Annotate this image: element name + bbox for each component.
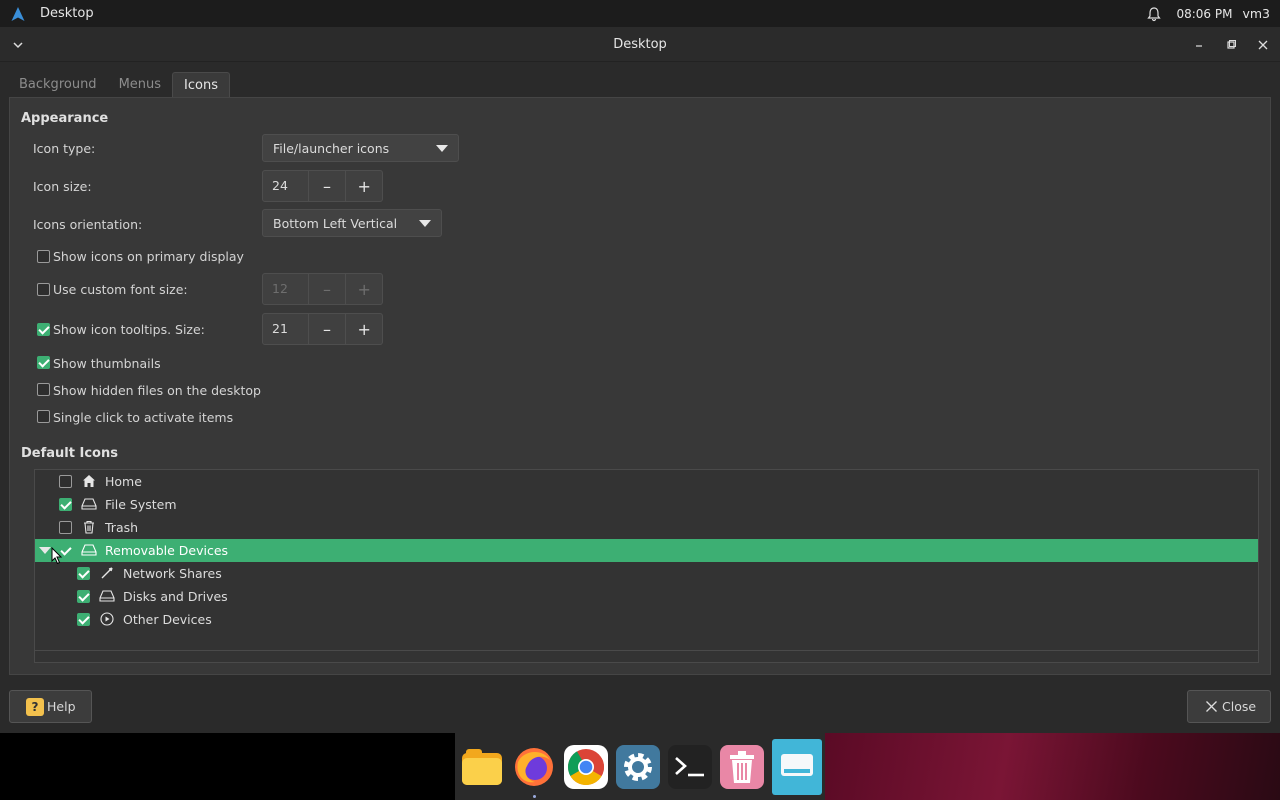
default-icons-heading: Default Icons — [21, 446, 118, 461]
other-devices-checkbox[interactable] — [77, 613, 90, 626]
wallpaper — [822, 733, 1280, 800]
drive-icon — [99, 588, 115, 604]
tooltip-size-decrease-button[interactable]: – — [309, 314, 346, 344]
disks-and-drives-label: Disks and Drives — [123, 589, 228, 604]
help-icon: ? — [26, 697, 44, 716]
media-play-icon — [99, 611, 115, 627]
removable-devices-label: Removable Devices — [105, 543, 229, 558]
orientation-select[interactable]: Bottom Left Vertical — [262, 209, 442, 237]
window-title: Desktop — [613, 36, 667, 52]
network-shares-label: Network Shares — [123, 566, 222, 581]
tree-row-home[interactable]: Home — [35, 470, 1258, 493]
close-button[interactable]: Close — [1187, 690, 1271, 723]
help-button[interactable]: ? Help — [9, 690, 92, 723]
arch-logo-icon[interactable] — [10, 6, 26, 22]
default-icons-tree[interactable]: Home File System Trash Removable Devices — [34, 469, 1259, 663]
expand-chevron-icon[interactable] — [39, 547, 51, 554]
custom-font-label[interactable]: Use custom font size: — [53, 282, 188, 297]
show-primary-label[interactable]: Show icons on primary display — [53, 249, 244, 264]
firefox-icon[interactable] — [512, 745, 556, 798]
orientation-value: Bottom Left Vertical — [273, 215, 398, 231]
close-window-button[interactable] — [1254, 36, 1272, 54]
user-name[interactable]: vm3 — [1242, 6, 1270, 21]
notification-bell-icon[interactable] — [1146, 6, 1162, 22]
settings-gear-icon[interactable] — [616, 744, 660, 789]
trash-label: Trash — [105, 520, 139, 535]
help-button-label: Help — [47, 699, 76, 714]
tree-row-trash[interactable]: Trash — [35, 516, 1258, 539]
custom-font-decrease-button: – — [323, 279, 331, 299]
icon-type-value: File/launcher icons — [273, 140, 390, 156]
trash-app-icon[interactable] — [720, 744, 764, 789]
file-system-label: File System — [105, 497, 177, 512]
network-icon — [99, 565, 115, 581]
active-app-title: Desktop — [40, 6, 94, 21]
tooltip-size-increase-button[interactable]: + — [345, 314, 382, 344]
tooltips-checkbox[interactable] — [37, 323, 50, 336]
files-app-icon[interactable] — [460, 745, 504, 789]
chrome-icon[interactable] — [564, 744, 608, 789]
tree-row-disks-and-drives[interactable]: Disks and Drives — [35, 585, 1258, 608]
tooltips-label[interactable]: Show icon tooltips. Size: — [53, 322, 205, 337]
icon-size-label: Icon size: — [33, 179, 92, 194]
home-checkbox[interactable] — [59, 475, 72, 488]
custom-font-checkbox[interactable] — [37, 283, 50, 296]
minimize-button[interactable] — [1190, 36, 1208, 54]
drive-icon — [81, 542, 97, 558]
clock[interactable]: 08:06 PM — [1176, 7, 1232, 21]
icon-size-value[interactable]: 24 — [263, 171, 309, 201]
close-icon — [1205, 700, 1218, 713]
icons-tab-panel: Appearance Icon type: File/launcher icon… — [9, 97, 1271, 675]
icon-size-increase-button[interactable]: + — [345, 171, 382, 201]
tree-row-other-devices[interactable]: Other Devices — [35, 608, 1258, 631]
single-click-label[interactable]: Single click to activate items — [53, 410, 233, 425]
icon-size-stepper[interactable]: 24 – + — [262, 170, 383, 202]
network-shares-checkbox[interactable] — [77, 567, 90, 580]
dropdown-arrow-icon — [436, 145, 448, 152]
thumbnails-label[interactable]: Show thumbnails — [53, 356, 161, 371]
tree-row-removable-devices[interactable]: Removable Devices — [35, 539, 1258, 562]
custom-font-increase-button: + — [345, 274, 382, 304]
drive-icon — [81, 496, 97, 512]
icon-size-decrease-button[interactable]: – — [309, 171, 346, 201]
running-indicator — [532, 794, 536, 798]
close-button-label: Close — [1222, 699, 1257, 714]
tree-divider — [35, 650, 1258, 651]
mouse-cursor-icon — [51, 546, 63, 568]
show-primary-checkbox[interactable] — [37, 250, 50, 263]
top-panel: Desktop 08:06 PM vm3 — [0, 0, 1280, 27]
tooltip-size-stepper[interactable]: 21 – + — [262, 313, 383, 345]
dock — [455, 733, 825, 800]
terminal-icon[interactable] — [668, 744, 712, 789]
disks-and-drives-checkbox[interactable] — [77, 590, 90, 603]
trash-checkbox[interactable] — [59, 521, 72, 534]
tab-icons[interactable]: Icons — [172, 72, 230, 98]
tab-background[interactable]: Background — [8, 72, 108, 98]
thumbnails-checkbox[interactable] — [37, 356, 50, 369]
hidden-files-checkbox[interactable] — [37, 383, 50, 396]
icon-type-label: Icon type: — [33, 141, 96, 156]
tooltip-size-value[interactable]: 21 — [263, 314, 309, 344]
single-click-checkbox[interactable] — [37, 410, 50, 423]
icon-type-select[interactable]: File/launcher icons — [262, 134, 459, 162]
custom-font-value: 12 — [263, 274, 309, 304]
other-devices-label: Other Devices — [123, 612, 212, 627]
orientation-label: Icons orientation: — [33, 217, 143, 232]
appearance-heading: Appearance — [21, 111, 109, 126]
dropdown-arrow-icon — [419, 220, 431, 227]
window-titlebar: Desktop — [0, 27, 1280, 62]
file-system-checkbox[interactable] — [59, 498, 72, 511]
custom-font-stepper: 12 – + — [262, 273, 383, 305]
window-menu-chevron-icon[interactable] — [10, 37, 26, 53]
hidden-files-label[interactable]: Show hidden files on the desktop — [53, 383, 261, 398]
tab-bar: Background Menus Icons — [8, 72, 230, 98]
tree-row-network-shares[interactable]: Network Shares — [35, 562, 1258, 585]
desktop-settings-app-icon[interactable] — [772, 738, 822, 795]
home-label: Home — [105, 474, 142, 489]
trash-icon — [81, 519, 97, 535]
home-icon — [81, 473, 97, 489]
tab-menus[interactable]: Menus — [108, 72, 172, 98]
tree-row-file-system[interactable]: File System — [35, 493, 1258, 516]
maximize-button[interactable] — [1222, 36, 1240, 54]
